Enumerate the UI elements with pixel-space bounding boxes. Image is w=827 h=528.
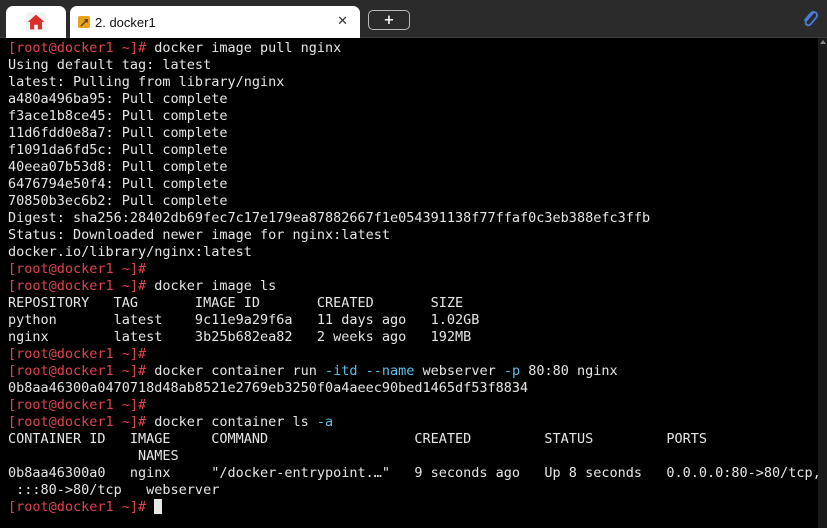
- command-option: -itd: [324, 363, 358, 379]
- terminal-text: f3ace1b8ce45: Pull complete: [8, 108, 228, 124]
- command-option: -a: [316, 414, 334, 430]
- shell-prompt: [root@docker1 ~]#: [8, 363, 147, 379]
- terminal-tab-icon: [78, 16, 90, 28]
- scroll-up-arrow-icon[interactable]: [820, 40, 826, 44]
- terminal-text: webserver: [414, 363, 504, 379]
- home-tab[interactable]: [6, 6, 66, 38]
- tab-bar: 2. docker1 ✕ +: [0, 0, 827, 38]
- terminal-line: 6476794e50f4: Pull complete: [8, 176, 821, 193]
- command-option: --name: [365, 363, 415, 379]
- terminal-text: 0b8aa46300a0 nginx "/docker-entrypoint.……: [8, 465, 821, 481]
- terminal-line: NAMES: [8, 448, 821, 465]
- terminal-line: CONTAINER ID IMAGE COMMAND CREATED STATU…: [8, 431, 821, 448]
- terminal-line: [root@docker1 ~]# docker container run -…: [8, 363, 821, 380]
- terminal-output: [root@docker1 ~]# docker image pull ngin…: [8, 40, 821, 516]
- terminal-line: 11d6fdd0e8a7: Pull complete: [8, 125, 821, 142]
- tab-docker1[interactable]: 2. docker1 ✕: [70, 6, 360, 38]
- terminal-line: f1091da6fd5c: Pull complete: [8, 142, 821, 159]
- terminal-line: f3ace1b8ce45: Pull complete: [8, 108, 821, 125]
- terminal-text: docker.io/library/nginx:latest: [8, 244, 252, 260]
- home-icon: [25, 11, 47, 33]
- terminal-text: nginx latest 3b25b682ea82 2 weeks ago 19…: [8, 329, 472, 345]
- terminal-line: 0b8aa46300a0470718d48ab8521e2769eb3250f0…: [8, 380, 821, 397]
- terminal-line: Digest: sha256:28402db69fec7c17e179ea878…: [8, 210, 821, 227]
- paperclip-icon[interactable]: [801, 8, 819, 30]
- terminal-line: a480a496ba95: Pull complete: [8, 91, 821, 108]
- terminal-text: f1091da6fd5c: Pull complete: [8, 142, 228, 158]
- terminal-line: [root@docker1 ~]# docker image ls: [8, 278, 821, 295]
- shell-prompt: [root@docker1 ~]#: [8, 261, 147, 277]
- terminal-line: REPOSITORY TAG IMAGE ID CREATED SIZE: [8, 295, 821, 312]
- terminal-line: 70850b3ec6b2: Pull complete: [8, 193, 821, 210]
- shell-prompt: [root@docker1 ~]#: [8, 414, 147, 430]
- terminal-line: Using default tag: latest: [8, 57, 821, 74]
- shell-prompt: [root@docker1 ~]#: [8, 397, 147, 413]
- terminal-line: [root@docker1 ~]# docker container ls -a: [8, 414, 821, 431]
- terminal-line: latest: Pulling from library/nginx: [8, 74, 821, 91]
- terminal-text: CONTAINER ID IMAGE COMMAND CREATED STATU…: [8, 431, 707, 447]
- terminal-text: docker image ls: [146, 278, 277, 294]
- close-tab-icon[interactable]: ✕: [337, 14, 348, 29]
- terminal-text: 11d6fdd0e8a7: Pull complete: [8, 125, 228, 141]
- shell-prompt: [root@docker1 ~]#: [8, 346, 147, 362]
- terminal-line: 0b8aa46300a0 nginx "/docker-entrypoint.……: [8, 465, 821, 482]
- terminal-line: 40eea07b53d8: Pull complete: [8, 159, 821, 176]
- terminal-line: nginx latest 3b25b682ea82 2 weeks ago 19…: [8, 329, 821, 346]
- terminal-line: Status: Downloaded newer image for nginx…: [8, 227, 821, 244]
- terminal-text: latest: Pulling from library/nginx: [8, 74, 285, 90]
- terminal-text: Status: Downloaded newer image for nginx…: [8, 227, 391, 243]
- new-tab-button[interactable]: +: [368, 10, 410, 30]
- terminal-text: docker image pull nginx: [146, 40, 342, 56]
- shell-prompt: [root@docker1 ~]#: [8, 499, 147, 515]
- terminal-text: Using default tag: latest: [8, 57, 212, 73]
- terminal-line: [root@docker1 ~]# docker image pull ngin…: [8, 40, 821, 57]
- terminal-text: docker container ls: [146, 414, 317, 430]
- tab-label: 2. docker1: [95, 14, 156, 30]
- terminal-text: docker container run: [146, 363, 325, 379]
- shell-prompt: [root@docker1 ~]#: [8, 40, 147, 56]
- terminal-text: REPOSITORY TAG IMAGE ID CREATED SIZE: [8, 295, 464, 311]
- terminal-text: 70850b3ec6b2: Pull complete: [8, 193, 228, 209]
- terminal-line: [root@docker1 ~]#: [8, 261, 821, 278]
- terminal-text: 80:80 nginx: [520, 363, 618, 379]
- shell-prompt: [root@docker1 ~]#: [8, 278, 147, 294]
- terminal-text: 40eea07b53d8: Pull complete: [8, 159, 228, 175]
- text-cursor: [154, 499, 163, 514]
- terminal-window[interactable]: [root@docker1 ~]# docker image pull ngin…: [0, 38, 827, 528]
- terminal-text: NAMES: [8, 448, 179, 464]
- terminal-text: 0b8aa46300a0470718d48ab8521e2769eb3250f0…: [8, 380, 529, 396]
- terminal-line: [root@docker1 ~]#: [8, 346, 821, 363]
- terminal-line: python latest 9c11e9a29f6a 11 days ago 1…: [8, 312, 821, 329]
- terminal-text: Digest: sha256:28402db69fec7c17e179ea878…: [8, 210, 651, 226]
- terminal-text: python latest 9c11e9a29f6a 11 days ago 1…: [8, 312, 480, 328]
- terminal-text: a480a496ba95: Pull complete: [8, 91, 228, 107]
- terminal-line: docker.io/library/nginx:latest: [8, 244, 821, 261]
- scrollbar[interactable]: [818, 38, 827, 528]
- terminal-text: :::80->80/tcp webserver: [8, 482, 220, 498]
- command-option: -p: [503, 363, 521, 379]
- terminal-line: [root@docker1 ~]#: [8, 499, 821, 516]
- terminal-line: :::80->80/tcp webserver: [8, 482, 821, 499]
- terminal-line: [root@docker1 ~]#: [8, 397, 821, 414]
- terminal-text: 6476794e50f4: Pull complete: [8, 176, 228, 192]
